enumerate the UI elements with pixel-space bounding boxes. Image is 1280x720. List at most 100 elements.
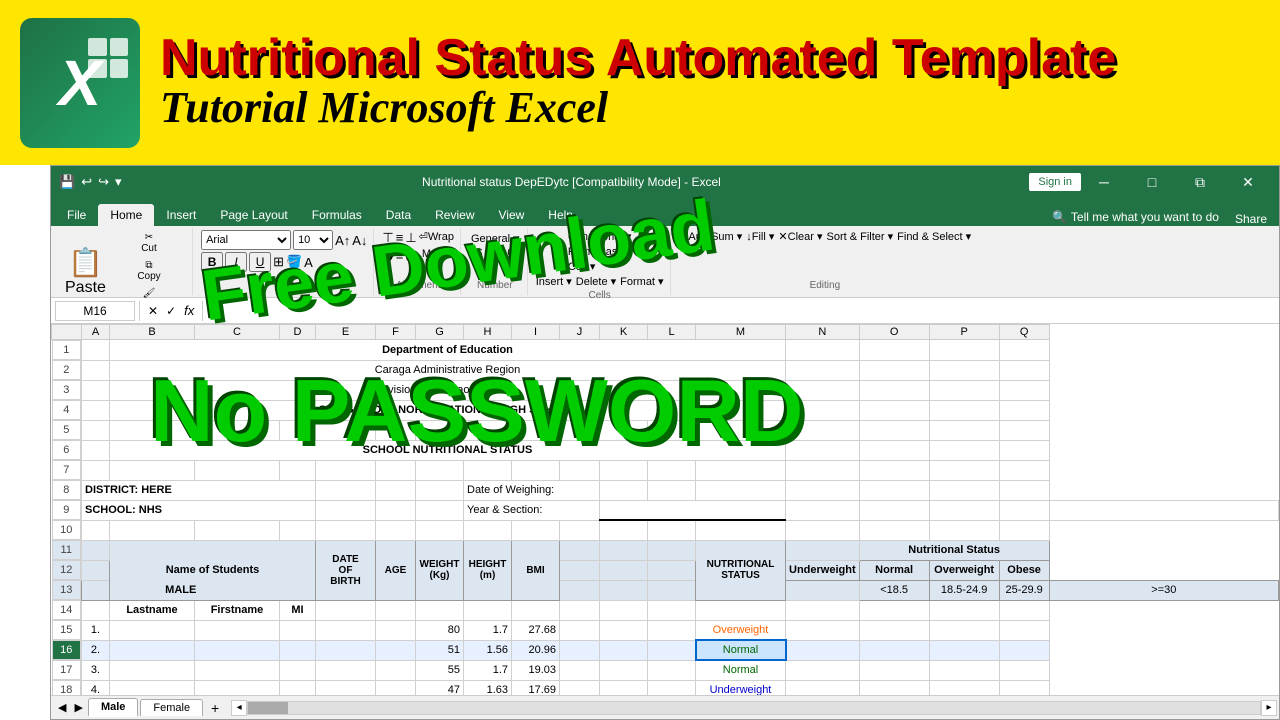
cell-P14[interactable] bbox=[929, 600, 999, 620]
col-header-I[interactable]: I bbox=[512, 325, 560, 340]
cell-J7[interactable] bbox=[560, 460, 600, 480]
scroll-track-h[interactable] bbox=[247, 701, 1261, 715]
cell-D17[interactable] bbox=[280, 660, 316, 680]
middle-align-icon[interactable]: ≡ bbox=[396, 230, 404, 246]
col-header-K[interactable]: K bbox=[600, 325, 648, 340]
cell-A17[interactable]: 3. bbox=[82, 660, 110, 680]
cell-N16[interactable] bbox=[786, 640, 860, 660]
cell-A2[interactable] bbox=[82, 360, 110, 380]
cell-E3[interactable]: Division of Surigao del Norte bbox=[110, 380, 786, 400]
cell-E5[interactable] bbox=[316, 420, 376, 440]
cell-G8[interactable] bbox=[416, 480, 464, 500]
fill-color-icon[interactable]: 🪣 bbox=[286, 254, 302, 270]
tab-help[interactable]: Help bbox=[536, 204, 585, 226]
col-header-C[interactable]: C bbox=[195, 325, 280, 340]
sheet-tab-male[interactable]: Male bbox=[88, 698, 138, 717]
cell-N18[interactable] bbox=[786, 680, 860, 695]
cell-K14[interactable] bbox=[600, 600, 648, 620]
cell-G10[interactable] bbox=[416, 520, 464, 540]
cell-J18[interactable] bbox=[560, 680, 600, 695]
cell-J14[interactable] bbox=[560, 600, 600, 620]
cell-P18[interactable] bbox=[929, 680, 999, 695]
confirm-icon[interactable]: ✓ bbox=[162, 304, 180, 318]
cell-L18[interactable] bbox=[648, 680, 696, 695]
tab-formulas[interactable]: Formulas bbox=[300, 204, 374, 226]
delete-cells-icon[interactable]: Delete ▾ bbox=[576, 275, 616, 288]
cell-Q14[interactable] bbox=[999, 600, 1049, 620]
cut-button[interactable]: ✂ Cut bbox=[112, 230, 186, 256]
bottom-align-icon[interactable]: ⊥ bbox=[405, 230, 416, 246]
cell-K16[interactable] bbox=[600, 640, 648, 660]
cell-O17[interactable] bbox=[859, 660, 929, 680]
cell-B17[interactable] bbox=[110, 660, 195, 680]
cell-K18[interactable] bbox=[600, 680, 648, 695]
cell-J13[interactable] bbox=[560, 580, 600, 600]
cell-M15[interactable]: Overweight bbox=[696, 620, 786, 640]
cell-O9[interactable] bbox=[929, 500, 999, 520]
cell-N14[interactable] bbox=[786, 600, 860, 620]
cell-N15[interactable] bbox=[786, 620, 860, 640]
cell-J15[interactable] bbox=[560, 620, 600, 640]
cell-J10[interactable] bbox=[560, 520, 600, 540]
paste-button[interactable]: 📋 Paste bbox=[61, 244, 110, 299]
col-header-L[interactable]: L bbox=[648, 325, 696, 340]
cell-I18[interactable]: 17.69 bbox=[512, 680, 560, 695]
cell-nutritional-status[interactable]: NUTRITIONALSTATUS bbox=[696, 540, 786, 600]
cell-F16[interactable] bbox=[376, 640, 416, 660]
cell-styles-icon[interactable]: Cell ▾ bbox=[568, 260, 632, 273]
font-family-select[interactable]: Arial bbox=[201, 230, 291, 250]
cell-L16[interactable] bbox=[648, 640, 696, 660]
cell-H7[interactable] bbox=[464, 460, 512, 480]
cell-A5[interactable] bbox=[82, 420, 110, 440]
col-header-M[interactable]: M bbox=[696, 325, 786, 340]
cell-E7[interactable] bbox=[316, 460, 376, 480]
cell-age[interactable]: AGE bbox=[376, 540, 416, 600]
cell-N1[interactable] bbox=[786, 340, 860, 361]
cell-O4[interactable] bbox=[859, 400, 929, 420]
tab-page-layout[interactable]: Page Layout bbox=[208, 204, 299, 226]
cell-L10[interactable] bbox=[648, 520, 696, 540]
cell-C7[interactable] bbox=[195, 460, 280, 480]
cell-C15[interactable] bbox=[195, 620, 280, 640]
font-size-select[interactable]: 10 bbox=[293, 230, 333, 250]
cell-F10[interactable] bbox=[376, 520, 416, 540]
scroll-left-arrow[interactable]: ◂ bbox=[231, 700, 247, 716]
cell-A7[interactable] bbox=[82, 460, 110, 480]
cell-F17[interactable] bbox=[376, 660, 416, 680]
cell-E18[interactable] bbox=[316, 680, 376, 695]
cell-L17[interactable] bbox=[648, 660, 696, 680]
cell-L12[interactable] bbox=[600, 560, 648, 580]
cell-L15[interactable] bbox=[648, 620, 696, 640]
cell-J5[interactable] bbox=[560, 420, 600, 440]
cell-M10[interactable] bbox=[696, 520, 786, 540]
cell-G15[interactable]: 80 bbox=[416, 620, 464, 640]
cell-M8[interactable] bbox=[696, 480, 786, 500]
cell-C16[interactable] bbox=[195, 640, 280, 660]
formula-input[interactable] bbox=[207, 304, 1275, 318]
insert-function-icon[interactable]: fx bbox=[180, 303, 198, 318]
col-header-D[interactable]: D bbox=[280, 325, 316, 340]
cell-F9[interactable] bbox=[376, 500, 416, 520]
cell-date-birth[interactable]: DATEOFBIRTH bbox=[316, 540, 376, 600]
cell-D18[interactable] bbox=[280, 680, 316, 695]
cell-L7[interactable] bbox=[648, 460, 696, 480]
cell-I7[interactable] bbox=[512, 460, 560, 480]
cell-E16[interactable] bbox=[316, 640, 376, 660]
col-header-H[interactable]: H bbox=[464, 325, 512, 340]
cell-B7[interactable] bbox=[110, 460, 195, 480]
cell-O6[interactable] bbox=[859, 440, 929, 460]
cell-D10[interactable] bbox=[280, 520, 316, 540]
cell-E17[interactable] bbox=[316, 660, 376, 680]
cell-P2[interactable] bbox=[929, 360, 999, 380]
cell-A18[interactable]: 4. bbox=[82, 680, 110, 695]
cell-A9[interactable]: SCHOOL: NHS bbox=[82, 500, 316, 520]
cell-Q3[interactable] bbox=[999, 380, 1049, 400]
tab-home[interactable]: Home bbox=[98, 204, 154, 226]
cell-K11[interactable] bbox=[600, 540, 648, 560]
cell-F18[interactable] bbox=[376, 680, 416, 695]
align-left-icon[interactable]: ⬣ bbox=[382, 248, 393, 264]
cell-E14[interactable] bbox=[316, 600, 376, 620]
cell-D16[interactable] bbox=[280, 640, 316, 660]
cell-J11[interactable] bbox=[560, 540, 600, 560]
col-header-Q[interactable]: Q bbox=[999, 325, 1049, 340]
